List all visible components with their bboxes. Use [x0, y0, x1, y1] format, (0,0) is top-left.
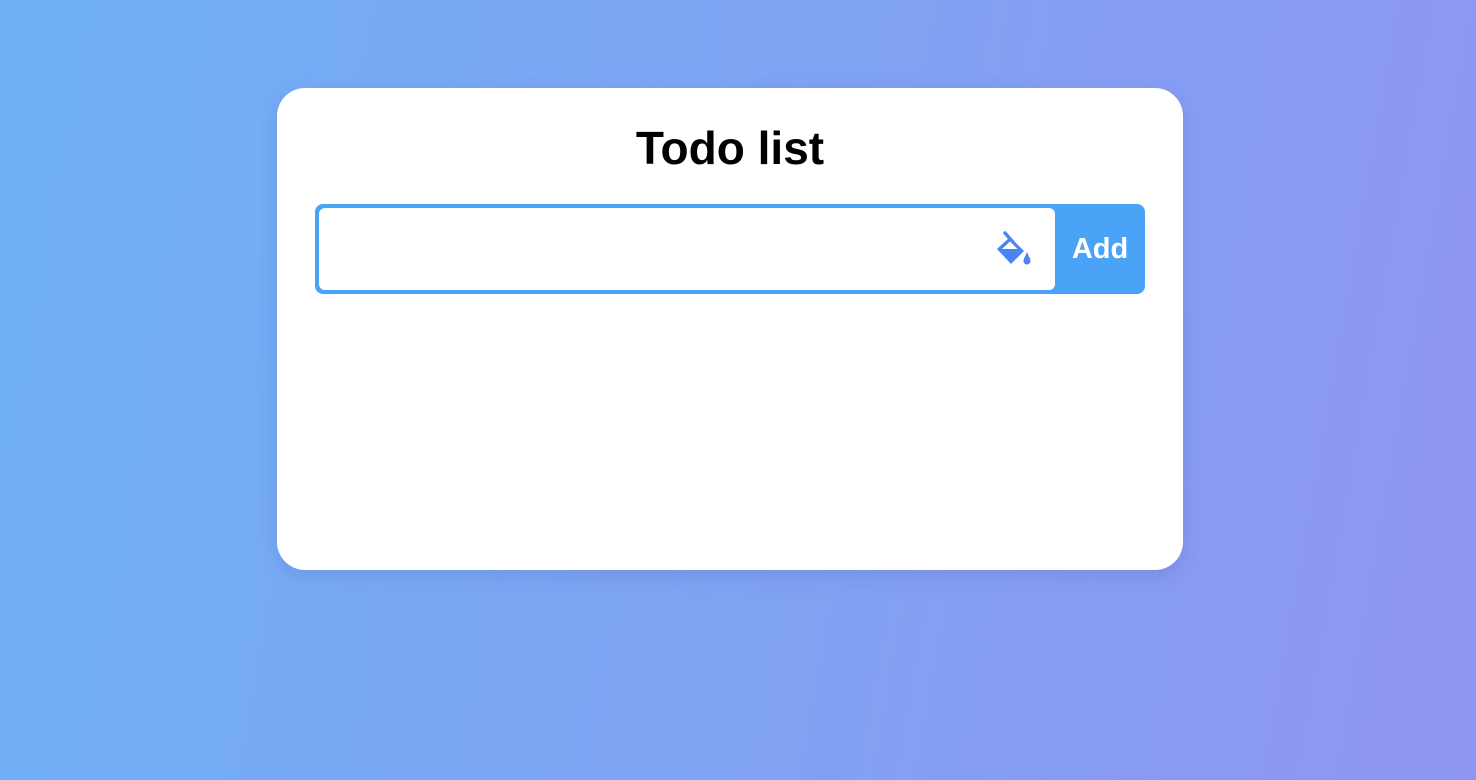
- todo-input[interactable]: [319, 208, 979, 290]
- page-title: Todo list: [635, 122, 825, 174]
- paint-bucket-icon[interactable]: [993, 230, 1033, 270]
- add-button[interactable]: Add: [1055, 204, 1145, 294]
- todo-input-wrapper: [319, 208, 1055, 290]
- todo-card: Todo list Add: [277, 88, 1183, 570]
- add-todo-form: Add: [315, 204, 1145, 294]
- todo-list: [315, 318, 1145, 538]
